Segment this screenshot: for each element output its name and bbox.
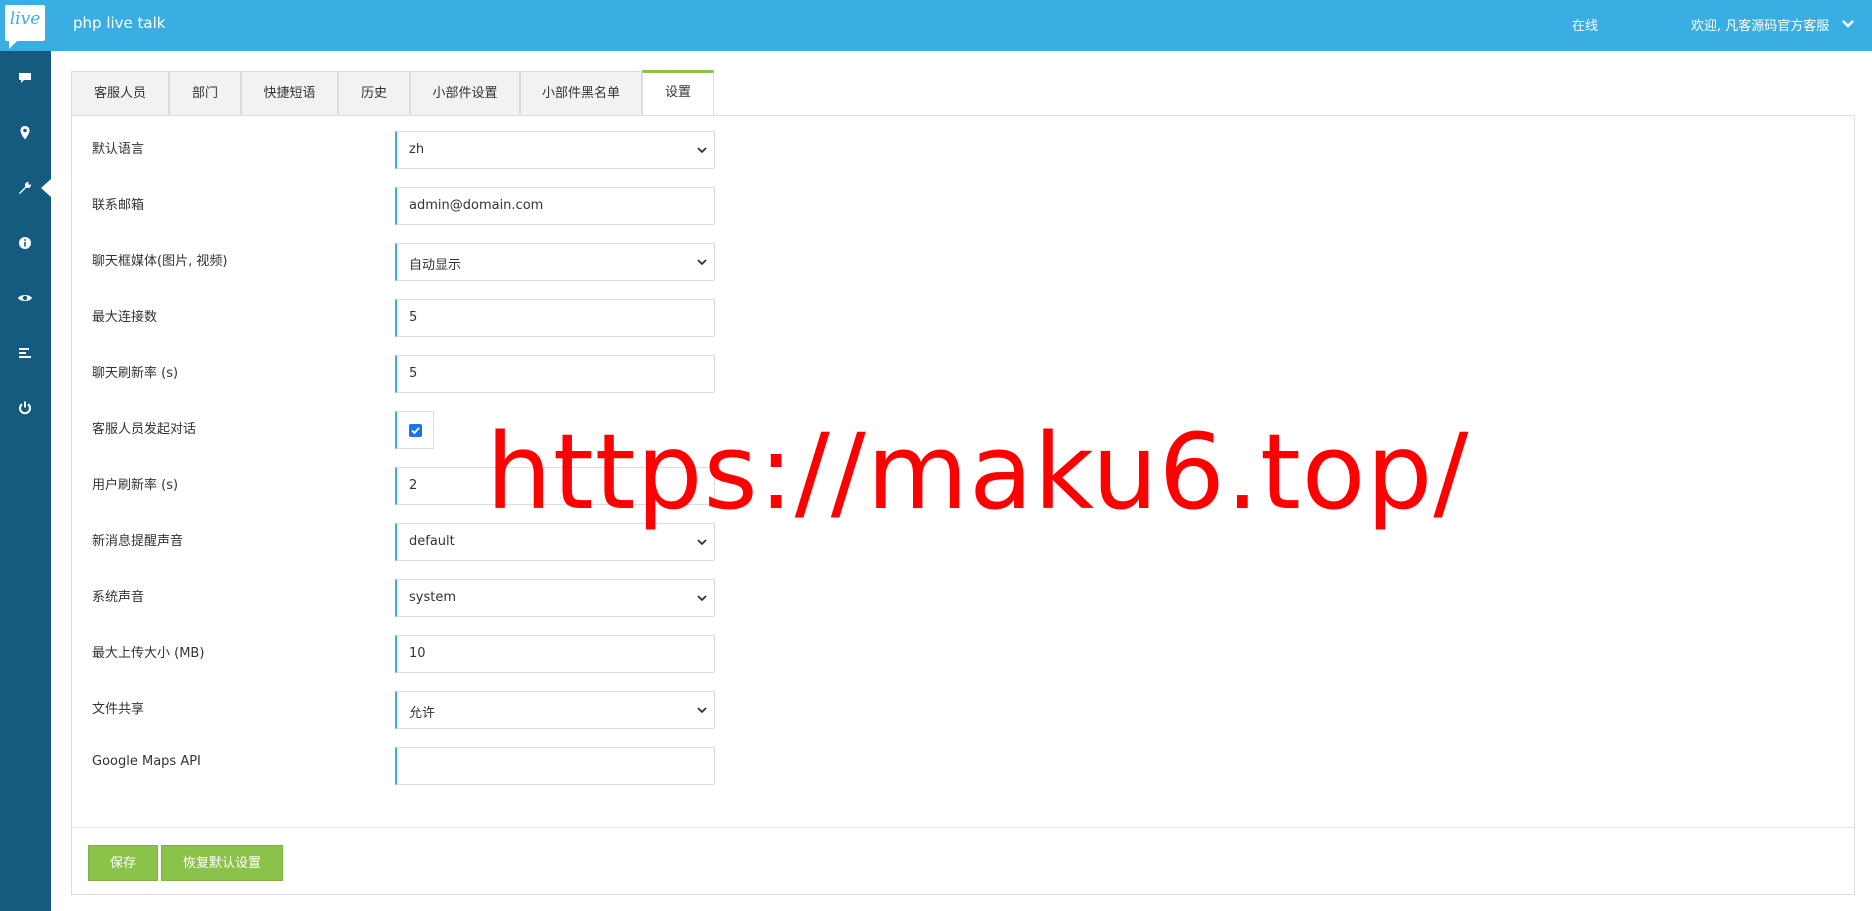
agent-initiate-checkbox-wrapper [395,411,434,449]
power-icon [19,401,31,415]
logo-text: live [9,9,41,29]
select-value: zh [409,142,425,157]
input-value: 5 [409,366,418,381]
select-value: default [409,534,455,549]
email-field[interactable]: admin@domain.com [395,187,715,225]
sidebar-item-settings[interactable] [0,168,51,208]
select-value: 允许 [409,706,436,721]
info-icon [19,237,31,249]
language-select[interactable]: zh [395,131,715,169]
watermark-text: https://maku6.top/ [486,411,1470,533]
field-label: 新消息提醒声音 [92,534,184,549]
system-sound-select[interactable]: system [395,579,715,617]
input-value: 2 [409,478,418,493]
setting-default-language: 默认语言 zh [72,128,1856,169]
sidebar-item-monitor[interactable] [0,278,51,318]
field-label: 默认语言 [92,142,145,157]
chevron-down-icon [697,595,707,602]
setting-google-maps-api: Google Maps API [72,744,1856,785]
chevron-down-icon [697,539,707,546]
chevron-down-icon [697,147,707,154]
setting-chat-media: 聊天框媒体(图片, 视频) 自动显示 [72,240,1856,281]
field-label: 客服人员发起对话 [92,422,197,437]
list-icon [19,348,31,358]
chat-icon [19,73,31,83]
wrench-icon [19,182,31,194]
max-connections-input[interactable]: 5 [395,299,715,337]
tab-widget-settings[interactable]: 小部件设置 [410,71,520,115]
chevron-down-icon[interactable] [1840,17,1856,31]
top-bar: live php live talk 在线 欢迎, 凡客源码官方客服 [0,0,1872,51]
input-value: 10 [409,646,426,661]
sidebar-item-logs[interactable] [0,333,51,373]
field-label: Google Maps API [92,754,201,769]
user-menu-label[interactable]: 欢迎, 凡客源码官方客服 [1691,15,1829,34]
checkmark-icon [411,427,420,435]
tab-agents[interactable]: 客服人员 [71,71,169,115]
sidebar [0,51,51,911]
online-status[interactable]: 在线 [1572,15,1598,34]
field-label: 文件共享 [92,702,145,717]
tab-departments[interactable]: 部门 [169,71,241,115]
field-label: 最大上传大小 (MB) [92,646,205,661]
sidebar-item-chat[interactable] [0,58,51,98]
file-sharing-select[interactable]: 允许 [395,691,715,729]
google-maps-api-input[interactable] [395,747,715,785]
setting-chat-refresh: 聊天刷新率 (s) 5 [72,352,1856,393]
field-label: 系统声音 [92,590,145,605]
setting-contact-email: 联系邮箱 admin@domain.com [72,184,1856,225]
tab-canned-responses[interactable]: 快捷短语 [241,71,338,115]
chevron-down-icon [697,259,707,266]
save-button[interactable]: 保存 [88,845,158,881]
field-label: 用户刷新率 (s) [92,478,179,493]
setting-max-upload: 最大上传大小 (MB) 10 [72,632,1856,673]
map-marker-icon [20,126,30,140]
setting-system-sound: 系统声音 system [72,576,1856,617]
tab-widget-blacklist[interactable]: 小部件黑名单 [520,71,642,115]
logo[interactable]: live [5,5,45,49]
setting-max-connections: 最大连接数 5 [72,296,1856,337]
agent-initiate-checkbox[interactable] [409,424,422,437]
chat-media-select[interactable]: 自动显示 [395,243,715,281]
input-value: admin@domain.com [409,198,544,213]
field-label: 最大连接数 [92,310,158,325]
field-label: 联系邮箱 [92,198,145,213]
divider [72,827,1854,828]
sidebar-item-info[interactable] [0,223,51,263]
chevron-down-icon [697,707,707,714]
max-upload-input[interactable]: 10 [395,635,715,673]
select-value: system [409,590,456,605]
tab-settings[interactable]: 设置 [642,70,714,116]
restore-defaults-button[interactable]: 恢复默认设置 [161,845,283,881]
tab-history[interactable]: 历史 [338,71,410,115]
sidebar-item-map[interactable] [0,113,51,153]
sidebar-item-logout[interactable] [0,388,51,428]
field-label: 聊天刷新率 (s) [92,366,179,381]
app-title: php live talk [73,14,166,32]
field-label: 聊天框媒体(图片, 视频) [92,254,228,269]
setting-file-sharing: 文件共享 允许 [72,688,1856,729]
chat-refresh-input[interactable]: 5 [395,355,715,393]
eye-icon [18,295,32,301]
select-value: 自动显示 [409,258,462,273]
input-value: 5 [409,310,418,325]
